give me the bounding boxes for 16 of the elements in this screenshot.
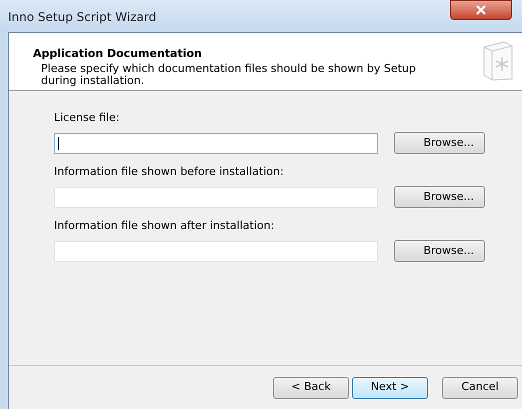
window-title: Inno Setup Script Wizard bbox=[8, 9, 158, 26]
close-button[interactable] bbox=[450, 0, 512, 20]
browse-button[interactable]: Browse... bbox=[394, 240, 485, 262]
close-icon bbox=[476, 5, 486, 15]
document-icon bbox=[482, 41, 514, 81]
wizard-button[interactable]: Cancel bbox=[442, 376, 518, 398]
page-title: Application Documentation bbox=[33, 46, 203, 62]
browse-button[interactable]: Browse... bbox=[394, 132, 485, 154]
page-description: Please specify which documentation files should be shown by Setup during installation. bbox=[40, 62, 417, 86]
wizard-button[interactable]: < Back bbox=[273, 376, 349, 398]
field-label: Information file shown after installation: bbox=[54, 218, 276, 234]
input-field[interactable] bbox=[54, 132, 378, 154]
field-label: License file: bbox=[54, 110, 120, 126]
browse-button[interactable]: Browse... bbox=[394, 186, 485, 208]
field-label: Information file shown before installation: bbox=[54, 164, 285, 180]
wizard-button[interactable]: Next > bbox=[352, 376, 428, 398]
